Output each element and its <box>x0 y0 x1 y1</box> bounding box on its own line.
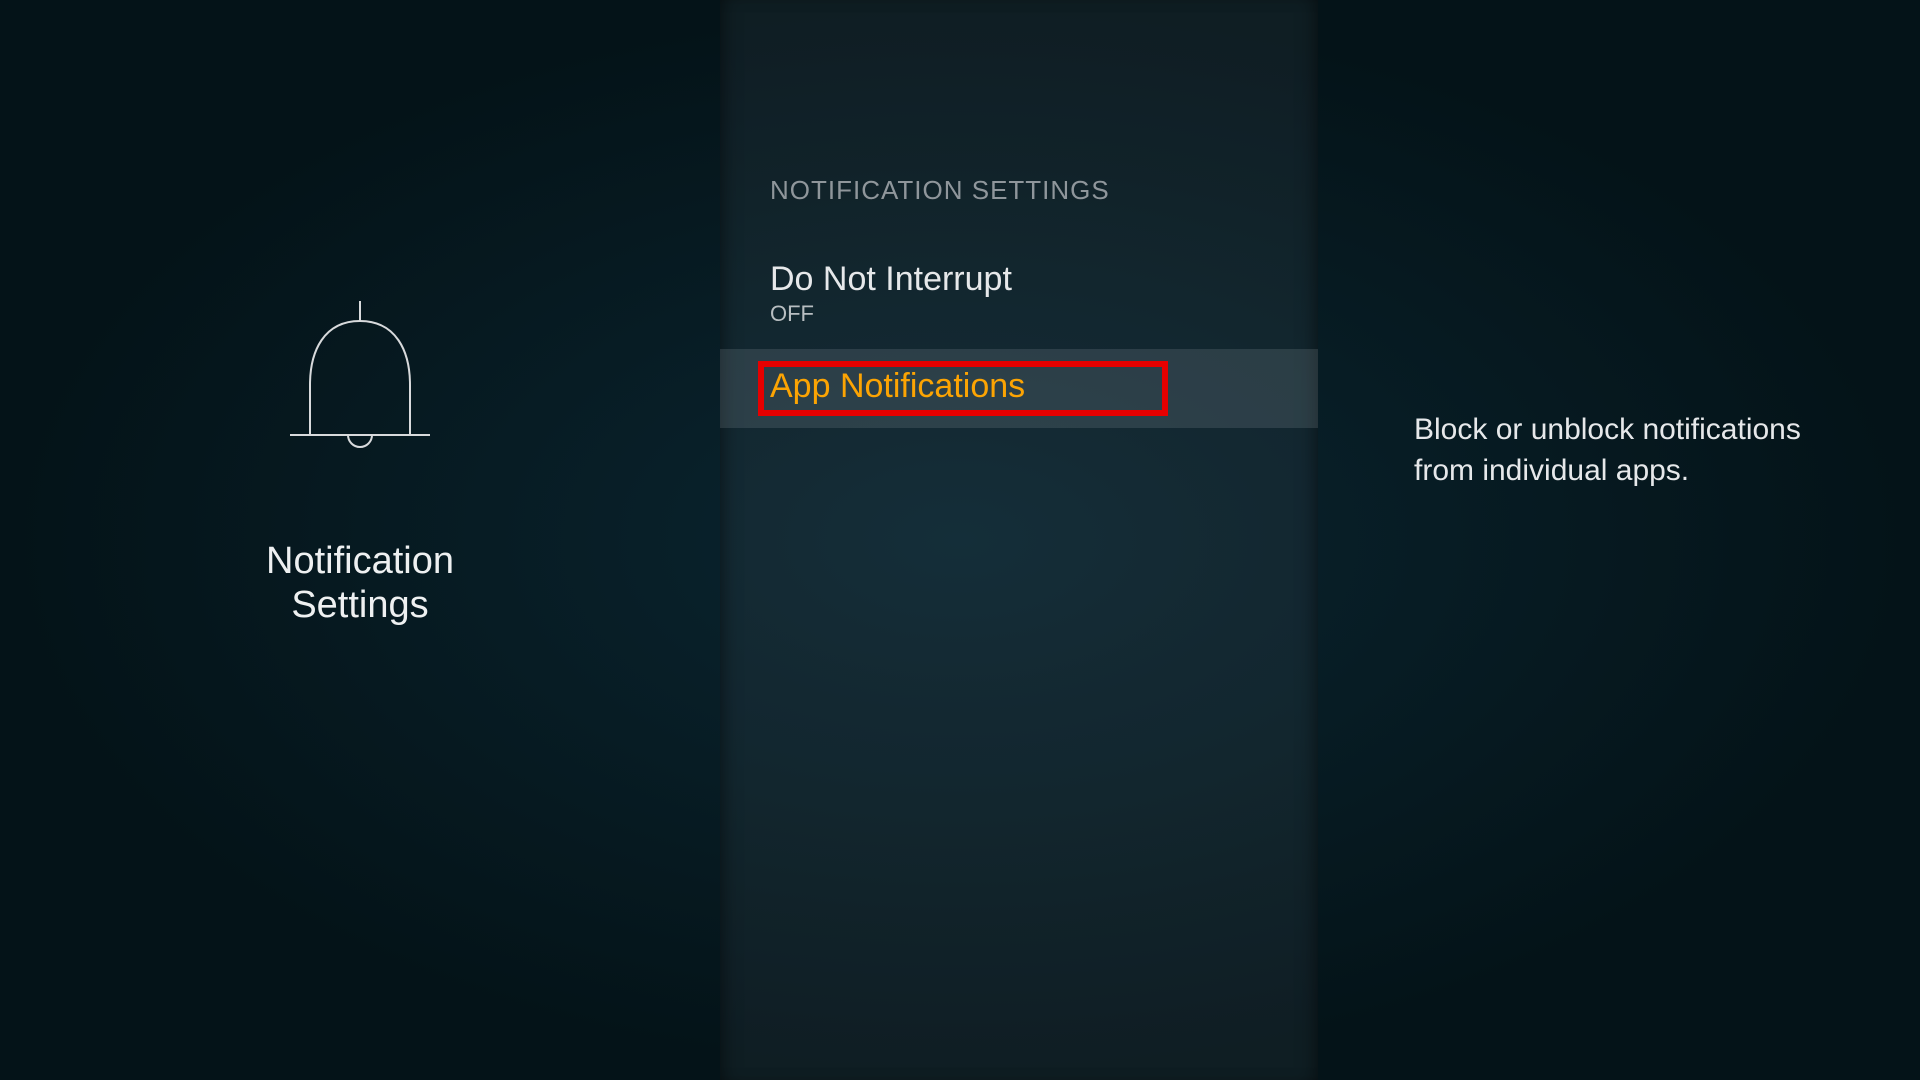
item-description: Block or unblock notifications from indi… <box>1414 410 1840 491</box>
detail-panel: Block or unblock notifications from indi… <box>1318 0 1920 1080</box>
settings-list: NOTIFICATION SETTINGS Do Not Interrupt O… <box>720 0 1318 1080</box>
bell-icon <box>280 293 440 478</box>
menu-item-status: OFF <box>770 301 1268 327</box>
category-icon-wrapper: Notification Settings <box>266 293 454 627</box>
left-panel: Notification Settings <box>0 0 720 1080</box>
section-header: NOTIFICATION SETTINGS <box>720 175 1318 242</box>
menu-item-do-not-interrupt[interactable]: Do Not Interrupt OFF <box>720 242 1318 349</box>
menu-item-label: Do Not Interrupt <box>770 260 1268 299</box>
category-title-line2: Settings <box>291 584 428 626</box>
menu-item-app-notifications[interactable]: App Notifications <box>720 349 1318 428</box>
category-title: Notification Settings <box>266 540 454 627</box>
menu-item-label: App Notifications <box>770 367 1268 406</box>
category-title-line1: Notification <box>266 540 454 582</box>
